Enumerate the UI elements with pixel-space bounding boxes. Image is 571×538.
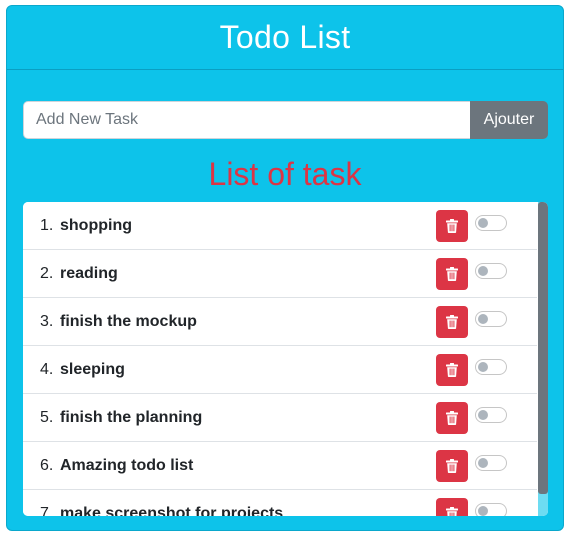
- task-item: 1. shopping: [23, 202, 537, 250]
- task-number: 4.: [40, 360, 54, 378]
- list-title: List of task: [208, 156, 362, 192]
- trash-icon: [446, 267, 458, 281]
- task-text: make screenshot for projects: [60, 504, 284, 517]
- trash-icon: [446, 411, 458, 425]
- task-number: 6.: [40, 456, 54, 474]
- task-item: 2. reading: [23, 250, 537, 298]
- trash-icon: [446, 507, 458, 516]
- task-item: 3. finish the mockup: [23, 298, 537, 346]
- task-number: 3.: [40, 312, 54, 330]
- card-header: Todo List: [7, 6, 563, 70]
- task-text: reading: [60, 264, 118, 282]
- trash-icon: [446, 315, 458, 329]
- add-task-button[interactable]: Ajouter: [470, 101, 548, 139]
- toggle-knob: [478, 362, 488, 372]
- new-task-form: Ajouter: [23, 101, 548, 139]
- trash-icon: [446, 219, 458, 233]
- task-text: finish the planning: [60, 408, 203, 426]
- scrollbar-thumb[interactable]: [538, 202, 548, 494]
- task-done-toggle[interactable]: [475, 359, 507, 375]
- task-done-toggle[interactable]: [475, 407, 507, 423]
- toggle-knob: [478, 506, 488, 516]
- task-list-container[interactable]: 1. shopping 2. reading 3. finish the moc…: [23, 202, 548, 516]
- trash-icon: [446, 363, 458, 377]
- task-text: finish the mockup: [60, 312, 197, 330]
- toggle-knob: [478, 410, 488, 420]
- trash-icon: [446, 459, 458, 473]
- task-item: 7. make screenshot for projects: [23, 490, 537, 516]
- toggle-knob: [478, 218, 488, 228]
- delete-task-button[interactable]: [436, 210, 468, 242]
- delete-task-button[interactable]: [436, 258, 468, 290]
- task-text: Amazing todo list: [60, 456, 194, 474]
- task-done-toggle[interactable]: [475, 215, 507, 231]
- delete-task-button[interactable]: [436, 306, 468, 338]
- task-number: 2.: [40, 264, 54, 282]
- app-title: Todo List: [219, 19, 351, 55]
- task-text: shopping: [60, 216, 132, 234]
- task-done-toggle[interactable]: [475, 311, 507, 327]
- toggle-knob: [478, 314, 488, 324]
- task-text: sleeping: [60, 360, 125, 378]
- task-done-toggle[interactable]: [475, 263, 507, 279]
- new-task-input[interactable]: [23, 101, 470, 139]
- delete-task-button[interactable]: [436, 354, 468, 386]
- delete-task-button[interactable]: [436, 450, 468, 482]
- task-number: 7.: [40, 504, 54, 517]
- todo-card: Todo List Ajouter List of task 1. shoppi…: [6, 5, 564, 531]
- toggle-knob: [478, 458, 488, 468]
- task-item: 4. sleeping: [23, 346, 537, 394]
- task-done-toggle[interactable]: [475, 455, 507, 471]
- task-done-toggle[interactable]: [475, 503, 507, 516]
- task-item: 5. finish the planning: [23, 394, 537, 442]
- task-number: 1.: [40, 216, 54, 234]
- delete-task-button[interactable]: [436, 402, 468, 434]
- task-list: 1. shopping 2. reading 3. finish the moc…: [23, 202, 537, 516]
- task-number: 5.: [40, 408, 54, 426]
- scrollbar-track[interactable]: [538, 202, 548, 516]
- delete-task-button[interactable]: [436, 498, 468, 516]
- task-item: 6. Amazing todo list: [23, 442, 537, 490]
- toggle-knob: [478, 266, 488, 276]
